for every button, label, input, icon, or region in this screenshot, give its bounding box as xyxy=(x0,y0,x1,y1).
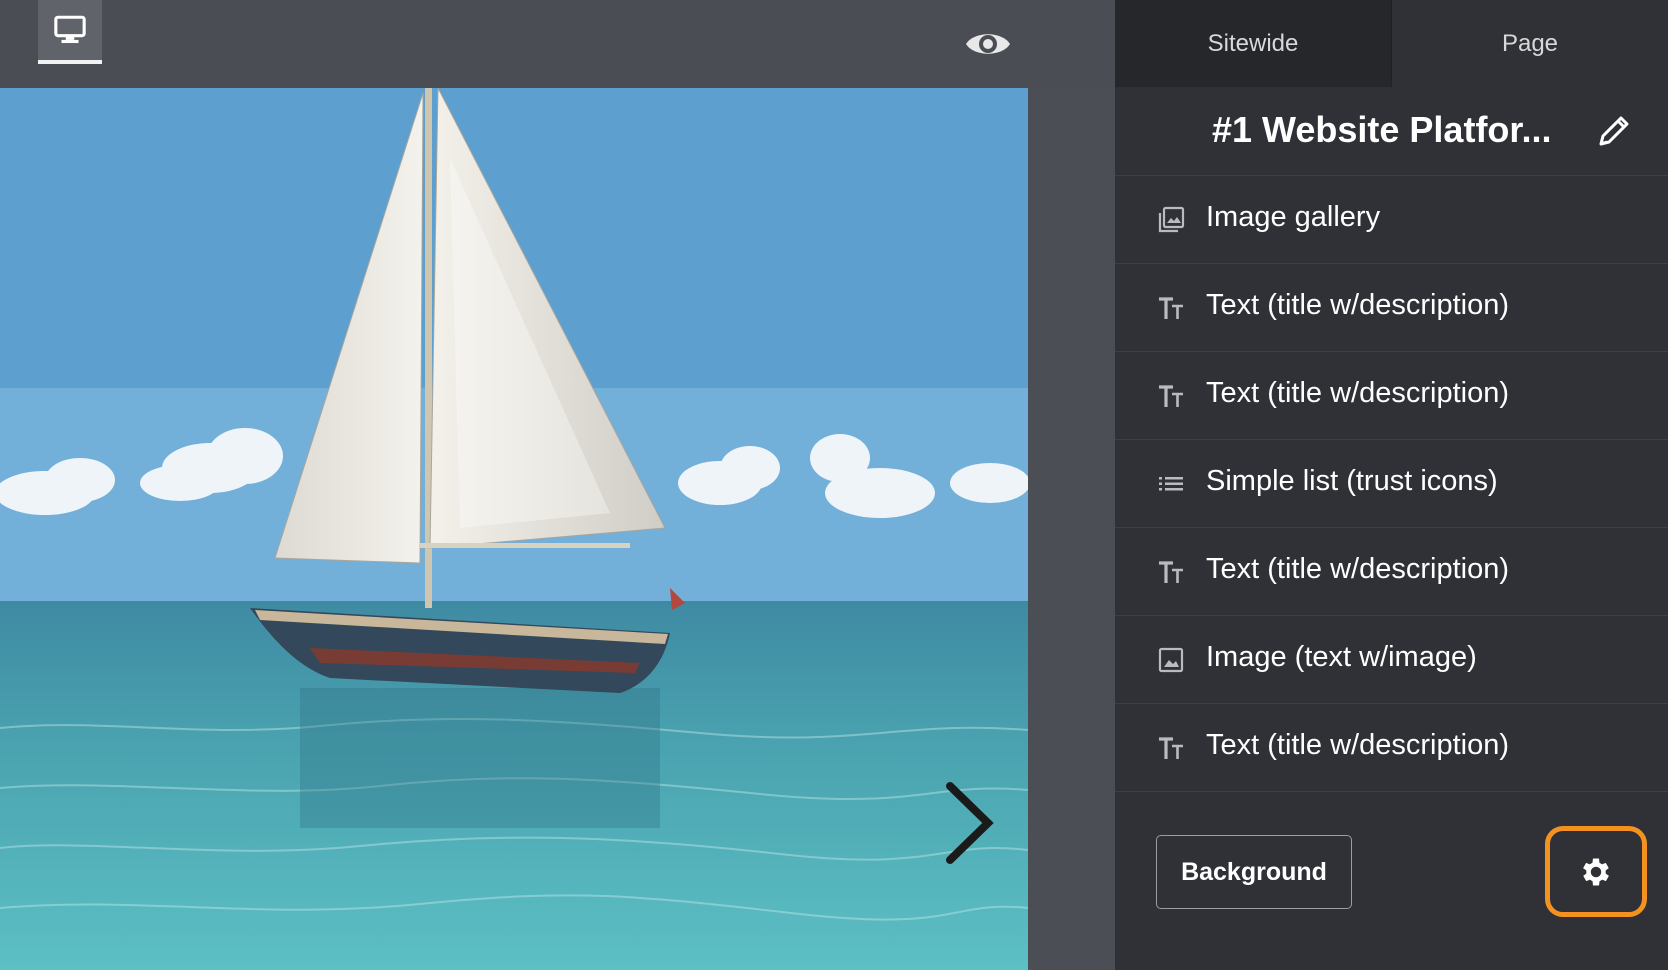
desktop-view-button[interactable] xyxy=(38,0,102,64)
desktop-monitor-icon xyxy=(54,15,86,44)
page-sections-list: Image gallery Text (title w/description)… xyxy=(1115,176,1668,792)
section-item-text-1[interactable]: Text (title w/description) xyxy=(1115,264,1668,352)
section-label: Simple list (trust icons) xyxy=(1206,465,1498,497)
section-label: Text (title w/description) xyxy=(1206,729,1509,761)
page-title: #1 Website Platfor... xyxy=(1212,109,1552,150)
tab-sitewide[interactable]: Sitewide xyxy=(1115,0,1391,87)
preview-button[interactable] xyxy=(963,24,1013,64)
settings-button[interactable] xyxy=(1545,826,1647,917)
text-size-icon xyxy=(1159,385,1183,407)
section-item-text-2[interactable]: Text (title w/description) xyxy=(1115,352,1668,440)
section-label: Text (title w/description) xyxy=(1206,289,1509,321)
section-item-image-gallery[interactable]: Image gallery xyxy=(1115,176,1668,264)
sidebar-tabs: Sitewide Page xyxy=(1115,0,1668,87)
image-icon xyxy=(1158,647,1184,673)
editor-toolbar xyxy=(0,0,1115,88)
section-item-simple-list[interactable]: Simple list (trust icons) xyxy=(1115,440,1668,528)
image-gallery-icon xyxy=(1158,206,1185,233)
pencil-icon[interactable] xyxy=(1593,110,1635,152)
sidebar-panel: Sitewide Page #1 Website Platfor... Imag… xyxy=(1115,0,1668,970)
section-item-image[interactable]: Image (text w/image) xyxy=(1115,616,1668,704)
sailboat-image xyxy=(0,88,1028,970)
section-item-text-3[interactable]: Text (title w/description) xyxy=(1115,528,1668,616)
section-label: Text (title w/description) xyxy=(1206,553,1509,585)
text-size-icon xyxy=(1159,561,1183,583)
sidebar-footer: Background xyxy=(1115,800,1668,970)
hero-image-preview[interactable] xyxy=(0,88,1028,970)
section-item-text-4[interactable]: Text (title w/description) xyxy=(1115,704,1668,792)
background-button[interactable]: Background xyxy=(1156,835,1352,909)
gear-icon xyxy=(1583,858,1609,885)
section-label: Image (text w/image) xyxy=(1206,641,1477,673)
page-title-row: #1 Website Platfor... xyxy=(1115,87,1668,176)
section-label: Image gallery xyxy=(1206,201,1381,233)
section-label: Text (title w/description) xyxy=(1206,377,1509,409)
editor-canvas xyxy=(0,0,1115,970)
text-size-icon xyxy=(1159,737,1183,759)
eye-icon xyxy=(966,34,1010,54)
tab-page[interactable]: Page xyxy=(1392,0,1668,87)
list-icon xyxy=(1159,477,1183,491)
text-size-icon xyxy=(1159,297,1183,319)
chevron-right-icon[interactable] xyxy=(940,778,1000,868)
